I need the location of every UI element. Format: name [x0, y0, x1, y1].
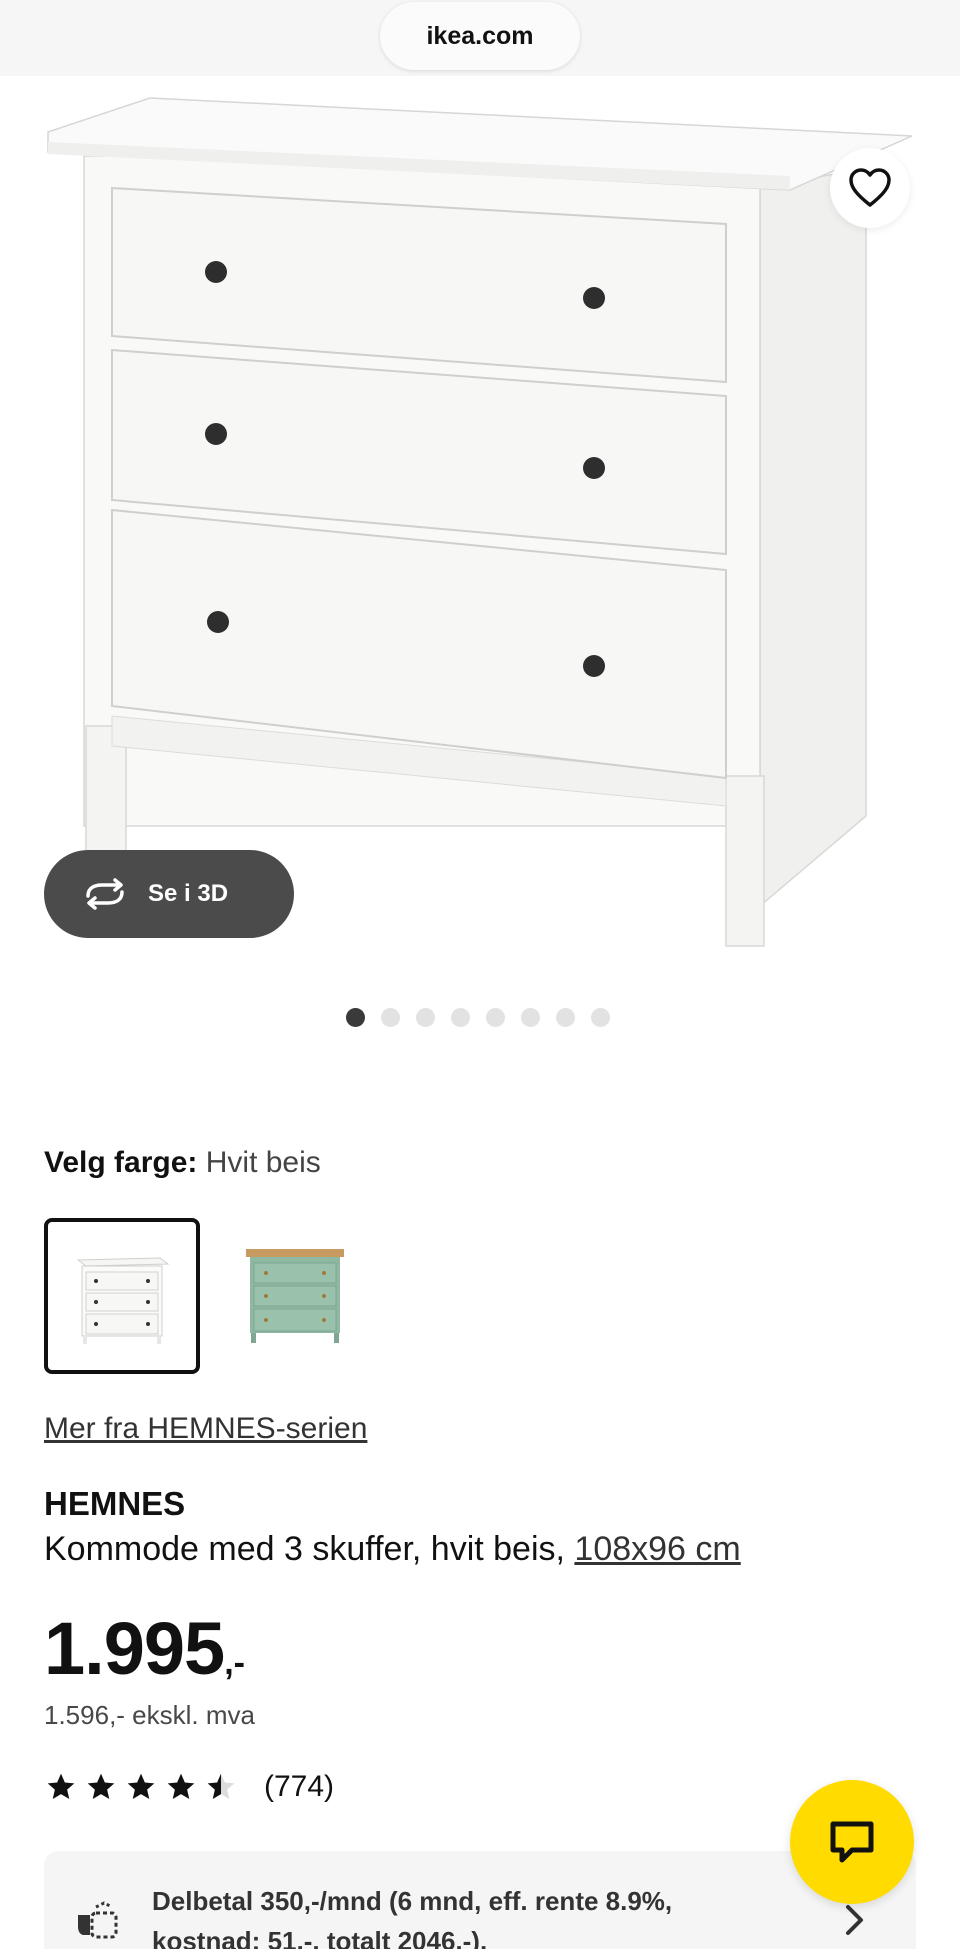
- chat-button[interactable]: [790, 1780, 914, 1904]
- star-half-icon: [207, 1773, 235, 1799]
- pagination-dot[interactable]: [346, 1008, 365, 1027]
- pagination-dot[interactable]: [521, 1008, 540, 1027]
- heart-icon: [849, 168, 891, 207]
- financing-text: Delbetal 350,-/mnd (6 mnd, eff. rente 8.…: [152, 1886, 673, 1949]
- star-icon: [127, 1773, 155, 1799]
- pagination-dot[interactable]: [416, 1008, 435, 1027]
- swatch-white-thumbnail: [76, 1257, 170, 1344]
- product-description: Kommode med 3 skuffer, hvit beis, 108x96…: [44, 1530, 741, 1569]
- color-value: Hvit beis: [205, 1146, 321, 1179]
- pagination-dot[interactable]: [451, 1008, 470, 1027]
- price-suffix: ,-: [224, 1644, 245, 1682]
- url-text: ikea.com: [426, 21, 534, 50]
- chat-icon: [830, 1821, 874, 1863]
- gallery-pagination: [346, 1008, 610, 1027]
- pagination-dot[interactable]: [381, 1008, 400, 1027]
- url-bar[interactable]: ikea.com: [380, 2, 580, 70]
- price-amount: 1.995: [44, 1607, 225, 1690]
- pagination-dot[interactable]: [486, 1008, 505, 1027]
- financing-banner[interactable]: Delbetal 350,-/mnd (6 mnd, eff. rente 8.…: [44, 1851, 916, 1949]
- color-selector-heading: Velg farge: Hvit beis: [44, 1146, 321, 1180]
- color-label: Velg farge:: [44, 1146, 198, 1179]
- rating[interactable]: (774): [44, 1770, 334, 1804]
- product-image: [47, 97, 913, 947]
- price-excl-vat: 1.596,- ekskl. mva: [44, 1700, 255, 1730]
- color-swatch-green[interactable]: [218, 1218, 374, 1374]
- color-swatch-white[interactable]: [44, 1218, 200, 1374]
- pagination-dot[interactable]: [556, 1008, 575, 1027]
- product-price: 1.995 ,-: [44, 1606, 245, 1691]
- product-brand: HEMNES: [44, 1485, 186, 1522]
- rotate-3d-icon: [86, 878, 124, 910]
- product-image-gallery[interactable]: [0, 76, 960, 956]
- chevron-right-icon: [846, 1905, 863, 1935]
- view-3d-label: Se i 3D: [148, 880, 229, 907]
- view-3d-button[interactable]: Se i 3D: [44, 850, 294, 938]
- star-rating: [44, 1771, 238, 1803]
- dimensions-link[interactable]: 108x96 cm: [574, 1530, 740, 1568]
- star-icon: [47, 1773, 75, 1799]
- favorite-button[interactable]: [830, 148, 910, 228]
- finance-icon: [78, 1901, 118, 1939]
- star-icon: [87, 1773, 115, 1799]
- series-link[interactable]: Mer fra HEMNES-serien: [44, 1412, 367, 1446]
- review-count: (774): [264, 1770, 335, 1803]
- description-text: Kommode med 3 skuffer, hvit beis,: [44, 1530, 575, 1568]
- star-icon: [167, 1773, 195, 1799]
- swatch-green-thumbnail: [246, 1249, 344, 1343]
- pagination-dot[interactable]: [591, 1008, 610, 1027]
